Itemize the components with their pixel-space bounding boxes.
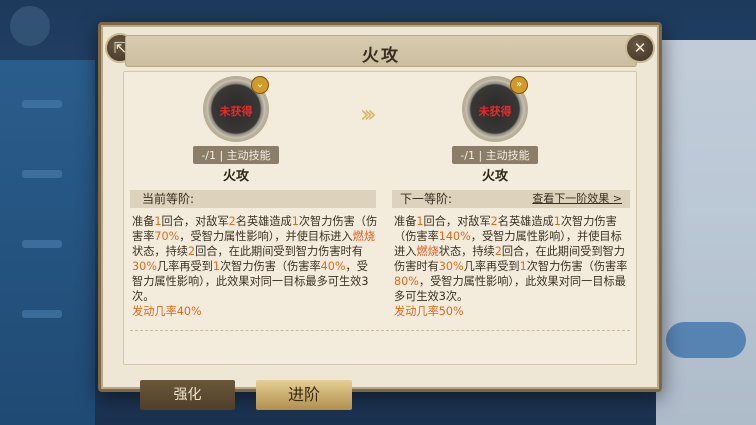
skill-dialog: ⇱ 火攻 ✕ 未获得 ⌄ -/1 | 主动技能 火攻 ››› 未获得 » -/1… <box>98 22 662 392</box>
next-tier-header: 下一等阶: 查看下一阶效果 > <box>392 190 630 208</box>
skill-name: 火攻 <box>481 169 508 184</box>
current-description: 准备1回合，对敌军2名英雄造成1次智力伤害（伤害率70%，受智力属性影响），并使… <box>132 215 378 318</box>
next-skill: 未获得 » -/1 | 主动技能 火攻 <box>435 76 555 184</box>
right-action-button-bg <box>666 322 746 358</box>
trigger-rate: 发动几率50% <box>394 305 464 318</box>
left-panel-item <box>22 310 62 318</box>
tab-enhance[interactable]: 强化 <box>140 380 235 410</box>
view-next-tier-link[interactable]: 查看下一阶效果 > <box>532 190 622 208</box>
left-panel-item <box>22 100 62 108</box>
skill-name: 火攻 <box>222 169 249 184</box>
skill-tag: -/1 | 主动技能 <box>452 146 538 164</box>
arrow-right-icon: ››› <box>360 100 377 128</box>
left-panel-item <box>22 170 62 178</box>
next-tier-label: 下一等阶: <box>400 192 453 206</box>
right-panel-bg <box>656 40 756 425</box>
next-description: 准备1回合，对敌军2名英雄造成1次智力伤害（伤害率140%，受智力属性影响），并… <box>394 214 632 319</box>
skill-icon[interactable]: 未获得 ⌄ <box>205 76 269 140</box>
left-panel-bg <box>0 60 95 425</box>
close-icon[interactable]: ✕ <box>625 33 655 63</box>
skill-status: 未获得 <box>219 105 253 118</box>
dotted-divider <box>130 330 630 331</box>
left-panel-item <box>22 240 62 248</box>
current-tier-label: 当前等阶: <box>142 192 195 206</box>
skill-detail-panel: 未获得 ⌄ -/1 | 主动技能 火攻 ››› 未获得 » -/1 | 主动技能… <box>123 71 637 365</box>
menu-button-bg <box>10 6 50 46</box>
dialog-title: 火攻 <box>362 46 400 66</box>
current-tier-header: 当前等阶: <box>130 190 376 208</box>
current-skill: 未获得 ⌄ -/1 | 主动技能 火攻 <box>176 76 296 184</box>
skill-icon[interactable]: 未获得 » <box>464 76 528 140</box>
skill-tag: -/1 | 主动技能 <box>193 146 279 164</box>
title-bar: 火攻 <box>125 35 637 67</box>
chevron-down-icon: ⌄ <box>251 76 269 94</box>
tab-advance[interactable]: 进阶 <box>256 380 352 410</box>
double-chevron-icon: » <box>510 76 528 94</box>
trigger-rate: 发动几率40% <box>132 305 202 318</box>
skill-status: 未获得 <box>478 105 512 118</box>
